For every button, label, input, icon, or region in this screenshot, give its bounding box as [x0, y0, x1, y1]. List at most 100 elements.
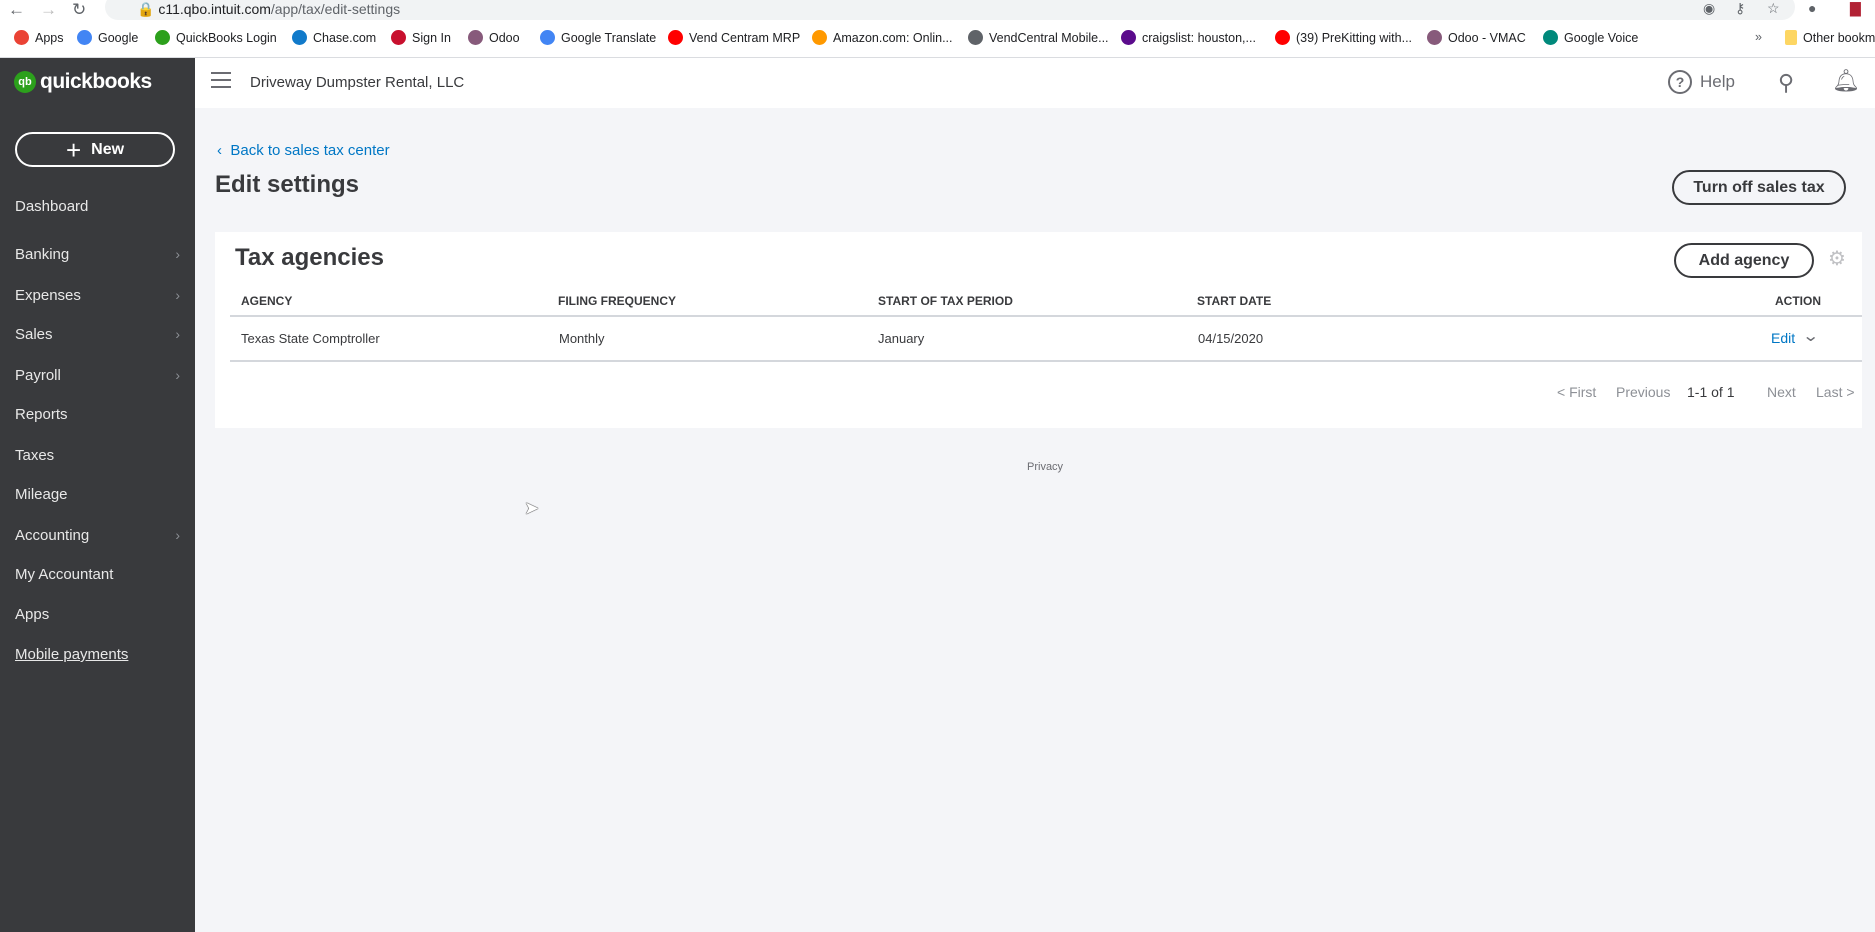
sidebar-item-dashboard[interactable]: Dashboard — [15, 198, 180, 215]
header-divider — [230, 315, 1862, 317]
star-icon[interactable]: ☆ — [1767, 0, 1780, 17]
edit-link[interactable]: Edit — [1771, 330, 1795, 346]
bookmark-label: Google Voice — [1564, 30, 1639, 45]
start-date-cell: 04/15/2020 — [1198, 331, 1264, 346]
sidebar-item-label: Sales — [15, 326, 53, 343]
pagination-next[interactable]: Next — [1767, 384, 1796, 400]
bookmark-favicon-icon — [391, 30, 406, 45]
bookmark-item[interactable]: craigslist: houston,... — [1121, 30, 1256, 45]
column-header-start-of-tax-period[interactable]: START OF TAX PERIOD — [878, 294, 1013, 308]
bookmark-item[interactable]: Sign In — [391, 30, 451, 45]
chevron-right-icon: › — [175, 287, 180, 303]
bookmark-item[interactable]: (39) PreKitting with... — [1275, 30, 1412, 45]
column-header-filing-frequency[interactable]: FILING FREQUENCY — [558, 294, 676, 308]
back-to-sales-tax-link[interactable]: ‹ Back to sales tax center — [217, 142, 390, 159]
sidebar-item-sales[interactable]: Sales › — [15, 326, 180, 343]
bookmark-item[interactable]: Google — [77, 30, 138, 45]
new-button[interactable]: + New — [15, 132, 175, 167]
bookmark-favicon-icon — [155, 30, 170, 45]
bookmark-label: VendCentral Mobile... — [989, 30, 1109, 45]
other-bookmarks[interactable]: Other bookm — [1785, 30, 1875, 45]
url-path: /app/tax/edit-settings — [270, 1, 401, 17]
bookmark-item[interactable]: Odoo - VMAC — [1427, 30, 1526, 45]
bookmark-favicon-icon — [292, 30, 307, 45]
bookmark-item[interactable]: Google Translate — [540, 30, 656, 45]
reload-icon[interactable]: ↻ — [72, 0, 86, 20]
add-agency-button[interactable]: Add agency — [1674, 243, 1814, 278]
bookmark-item[interactable]: Chase.com — [292, 30, 376, 45]
extension-icon[interactable]: ● — [1808, 0, 1816, 16]
sidebar-item-label: Expenses — [15, 287, 81, 304]
sidebar-item-banking[interactable]: Banking › — [15, 246, 180, 263]
bookmarks-overflow[interactable]: » — [1755, 30, 1762, 44]
logo-text: quickbooks — [40, 70, 152, 93]
search-icon[interactable]: ⚲ — [1778, 70, 1794, 96]
bookmark-item[interactable]: Google Voice — [1543, 30, 1638, 45]
plus-icon: + — [65, 134, 82, 165]
sidebar-item-mobile-payments[interactable]: Mobile payments — [15, 646, 180, 663]
bookmark-favicon-icon — [1275, 30, 1290, 45]
column-header-agency[interactable]: AGENCY — [241, 294, 292, 308]
bookmark-label: Vend Centram MRP — [689, 30, 801, 45]
gear-icon[interactable]: ⚙ — [1828, 246, 1846, 271]
hamburger-menu-icon[interactable] — [211, 72, 231, 88]
bookmark-item[interactable]: QuickBooks Login — [155, 30, 277, 45]
bookmark-item[interactable]: Odoo — [468, 30, 520, 45]
sidebar-item-payroll[interactable]: Payroll › — [15, 367, 180, 384]
bookmark-favicon-icon — [77, 30, 92, 45]
turn-off-sales-tax-button[interactable]: Turn off sales tax — [1672, 170, 1846, 205]
sidebar-item-my-accountant[interactable]: My Accountant — [15, 566, 180, 583]
new-label: New — [91, 140, 125, 158]
pagination-first[interactable]: < First — [1557, 384, 1596, 400]
pagination-last[interactable]: Last > — [1816, 384, 1855, 400]
quickbooks-logo[interactable]: qb quickbooks — [14, 70, 152, 94]
bookmark-label: QuickBooks Login — [176, 30, 277, 45]
chevron-right-icon: › — [175, 246, 180, 262]
sidebar-item-reports[interactable]: Reports — [15, 406, 180, 423]
bookmark-favicon-icon — [1427, 30, 1442, 45]
bookmark-favicon-icon — [812, 30, 827, 45]
bookmark-label: Google Translate — [561, 30, 657, 45]
bookmark-item[interactable]: Vend Centram MRP — [668, 30, 800, 45]
chevron-right-icon: › — [175, 527, 180, 543]
column-header-start-date[interactable]: START DATE — [1197, 294, 1271, 308]
bookmark-label: Apps — [35, 30, 64, 45]
bookmark-item[interactable]: VendCentral Mobile... — [968, 30, 1109, 45]
help-button[interactable]: ? Help — [1668, 70, 1735, 94]
column-header-action: ACTION — [1775, 294, 1821, 308]
back-arrow-icon[interactable]: ← — [8, 0, 25, 20]
frequency-cell: Monthly — [559, 331, 605, 346]
location-icon[interactable]: ◉ — [1703, 0, 1715, 17]
bookmark-favicon-icon — [1121, 30, 1136, 45]
card-title: Tax agencies — [235, 244, 384, 271]
sidebar-item-label: Dashboard — [15, 198, 89, 215]
bookmark-label: Odoo — [489, 30, 520, 45]
bookmark-favicon-icon — [14, 30, 29, 45]
sidebar-item-taxes[interactable]: Taxes — [15, 447, 180, 464]
sidebar-item-accounting[interactable]: Accounting › — [15, 527, 180, 544]
chevron-down-icon[interactable]: ⌄ — [1802, 326, 1819, 346]
forward-arrow-icon[interactable]: → — [40, 0, 57, 20]
sidebar-item-label: Banking — [15, 246, 70, 263]
agency-cell: Texas State Comptroller — [241, 331, 380, 346]
url-domain: c11.qbo.intuit.com — [158, 1, 271, 17]
sidebar-item-mileage[interactable]: Mileage — [15, 486, 180, 503]
bookmark-label: craigslist: houston,... — [1142, 30, 1256, 45]
bookmark-item[interactable]: Apps — [14, 30, 64, 45]
sidebar-item-label: Apps — [15, 606, 50, 623]
privacy-link[interactable]: Privacy — [1027, 461, 1063, 473]
pagination-previous[interactable]: Previous — [1616, 384, 1670, 400]
key-icon[interactable]: ⚷ — [1735, 0, 1745, 17]
sidebar-item-label: Mobile payments — [15, 646, 129, 663]
bookmark-item[interactable]: Amazon.com: Onlin... — [812, 30, 953, 45]
notification-bell-icon[interactable]: 🔔︎ — [1832, 68, 1860, 94]
sidebar-item-expenses[interactable]: Expenses › — [15, 287, 180, 304]
sidebar-item-label: Accounting — [15, 527, 90, 544]
sidebar-item-apps[interactable]: Apps — [15, 606, 180, 623]
bookmark-label: Google — [98, 30, 139, 45]
bookmark-label: Chase.com — [313, 30, 377, 45]
sidebar: qb quickbooks + New Dashboard Banking › Expen… — [0, 58, 195, 932]
company-name: Driveway Dumpster Rental, LLC — [250, 74, 465, 91]
profile-flag-icon[interactable]: ▇ — [1850, 0, 1861, 17]
url-text[interactable]: 🔒 c11.qbo.intuit.com/app/tax/edit-settin… — [137, 1, 400, 18]
